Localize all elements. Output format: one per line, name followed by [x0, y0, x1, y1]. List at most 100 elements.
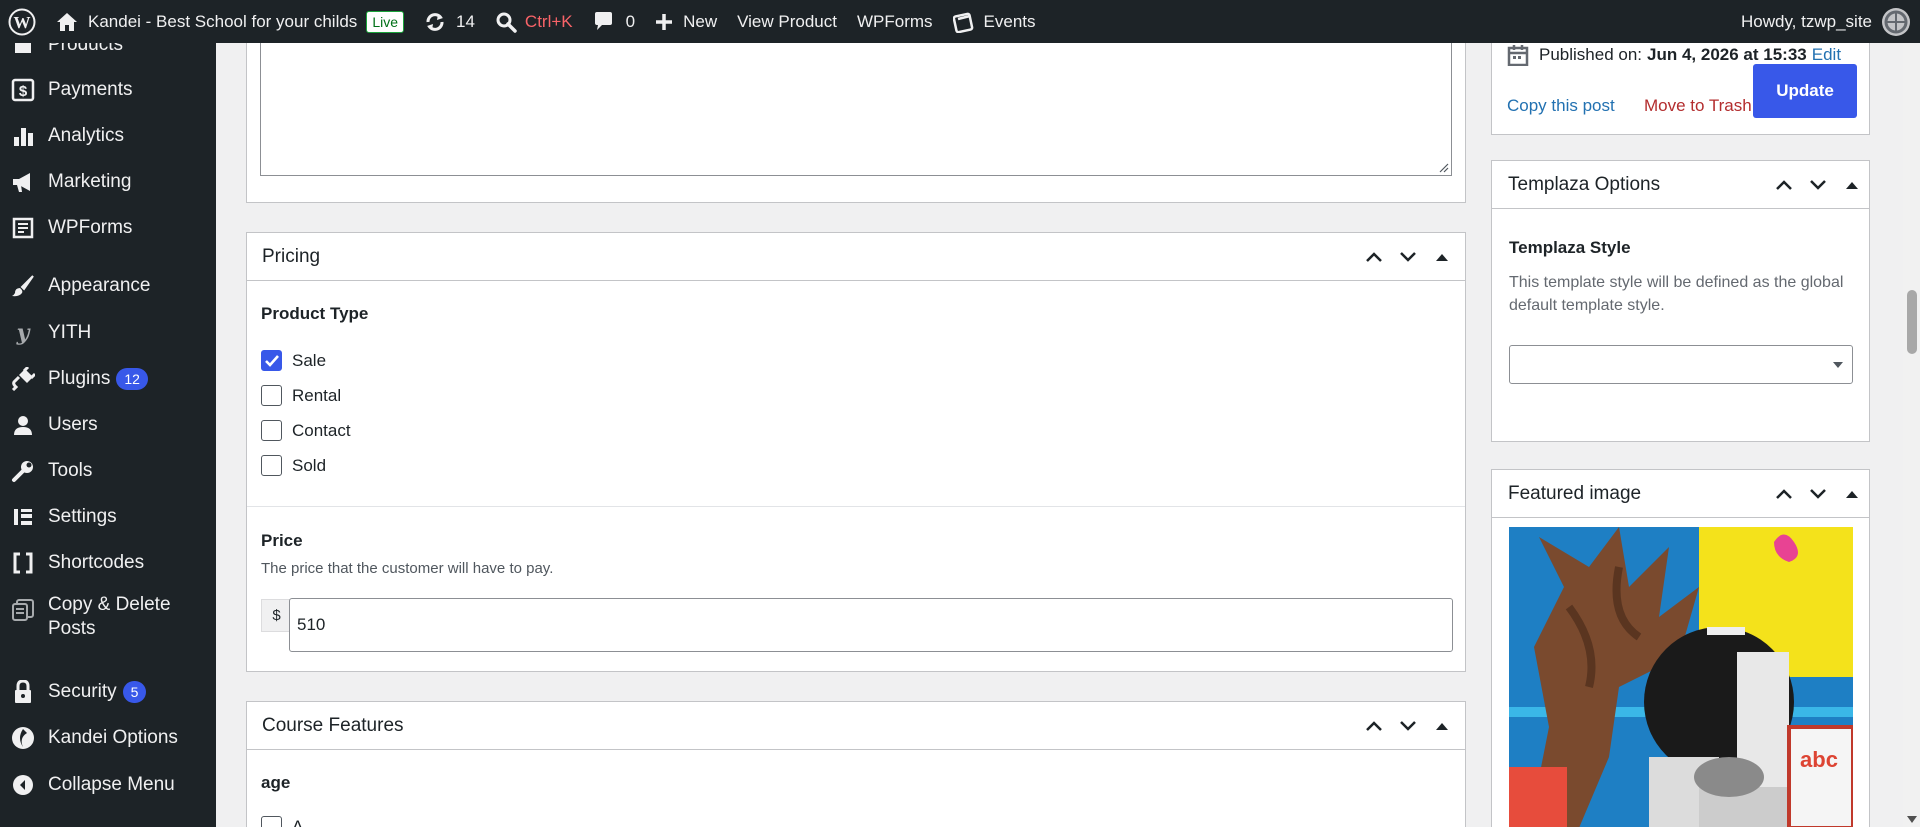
howdy-text: Howdy, tzwp_site	[1740, 11, 1872, 31]
published-prefix: Published on:	[1539, 45, 1643, 64]
divider	[247, 506, 1465, 507]
sidebar-item-plugins[interactable]: Plugins 12	[0, 362, 216, 396]
sidebar-item-yith[interactable]: y YITH	[0, 316, 216, 350]
scrollbar-thumb[interactable]	[1907, 290, 1917, 354]
product-type-option-sold[interactable]: Sold	[261, 455, 326, 476]
sidebar-item-payments[interactable]: $ Payments	[0, 73, 216, 107]
site-name: Kandei - Best School for your childs	[88, 11, 358, 31]
sidebar-item-tools[interactable]: Tools	[0, 454, 216, 488]
collapse-menu-button[interactable]: Collapse Menu	[0, 768, 216, 802]
checkbox-checked[interactable]	[261, 350, 282, 371]
svg-text:y: y	[16, 321, 32, 345]
price-label: Price	[261, 531, 303, 550]
sidebar-item-products[interactable]: Products	[0, 43, 216, 58]
checkbox[interactable]	[261, 816, 282, 827]
resize-handle-icon[interactable]	[1437, 161, 1449, 173]
sidebar-item-settings[interactable]: Settings	[0, 500, 216, 534]
updates-link[interactable]: 14	[414, 0, 485, 43]
pricing-box: Pricing Product Type Sale Rental Contact…	[246, 232, 1466, 672]
page-scrollbar[interactable]	[1903, 43, 1920, 827]
sidebar-item-marketing[interactable]: Marketing	[0, 165, 216, 199]
move-to-trash-link[interactable]: Move to Trash	[1644, 96, 1764, 116]
wpforms-link[interactable]: WPForms	[847, 0, 943, 43]
age-option[interactable]: A	[261, 816, 303, 827]
shortcodes-icon	[10, 550, 36, 576]
scroll-down-arrow-icon[interactable]	[1907, 816, 1917, 823]
copy-delete-icon	[10, 597, 36, 623]
sidebar-item-copy-delete-posts[interactable]: Copy & Delete Posts	[0, 593, 216, 649]
toggle-panel-icon[interactable]	[1837, 479, 1867, 509]
checkbox[interactable]	[261, 455, 282, 476]
site-name-link[interactable]: Kandei - Best School for your childs Liv…	[46, 0, 414, 43]
sidebar-item-wpforms[interactable]: WPForms	[0, 211, 216, 245]
updates-count: 14	[456, 11, 475, 31]
currency-prefix: $	[261, 599, 291, 632]
sidebar-item-kandei-options[interactable]: Kandei Options	[0, 721, 216, 755]
update-button[interactable]: Update	[1753, 64, 1857, 118]
toggle-panel-icon[interactable]	[1427, 711, 1457, 741]
plugin-icon	[10, 366, 36, 392]
option-label: A	[292, 816, 304, 827]
price-input[interactable]	[289, 598, 1453, 652]
move-up-icon[interactable]	[1769, 170, 1799, 200]
option-label: Sale	[292, 350, 327, 370]
content-textarea[interactable]	[260, 43, 1452, 176]
age-label: age	[261, 773, 291, 792]
admin-sidebar: Products $ Payments Analytics Marketing …	[0, 43, 216, 827]
chevron-down-icon	[1833, 362, 1843, 368]
my-account-link[interactable]: Howdy, tzwp_site	[1731, 0, 1920, 43]
svg-text:W: W	[14, 13, 31, 32]
move-up-icon[interactable]	[1359, 242, 1389, 272]
course-features-header: Course Features	[247, 702, 1465, 750]
product-type-label: Product Type	[261, 304, 369, 323]
live-badge: Live	[366, 10, 404, 33]
sidebar-item-security[interactable]: Security 5	[0, 675, 216, 709]
edit-date-link[interactable]: Edit	[1812, 45, 1841, 65]
wordpress-logo-icon[interactable]: W	[0, 0, 46, 43]
move-up-icon[interactable]	[1769, 479, 1799, 509]
toggle-panel-icon[interactable]	[1427, 242, 1457, 272]
svg-text:abc: abc	[1800, 747, 1838, 772]
plus-icon	[655, 13, 673, 31]
move-down-icon[interactable]	[1393, 242, 1423, 272]
content-editor-box	[246, 43, 1466, 203]
products-icon	[10, 43, 36, 58]
product-type-option-sale[interactable]: Sale	[261, 350, 326, 371]
events-link[interactable]: Events	[943, 0, 1046, 43]
comments-link[interactable]: 0	[583, 0, 645, 43]
featured-image-box: Featured image abc	[1491, 469, 1870, 827]
templaza-style-select[interactable]	[1509, 345, 1853, 384]
featured-image-thumbnail[interactable]: abc	[1509, 527, 1853, 827]
payments-icon: $	[10, 77, 36, 103]
option-label: Contact	[292, 420, 351, 440]
course-features-box: Course Features age A	[246, 701, 1466, 827]
move-up-icon[interactable]	[1359, 711, 1389, 741]
product-type-option-rental[interactable]: Rental	[261, 385, 341, 406]
sidebar-item-shortcodes[interactable]: Shortcodes	[0, 546, 216, 580]
move-down-icon[interactable]	[1803, 170, 1833, 200]
settings-icon	[10, 504, 36, 530]
sidebar-item-users[interactable]: Users	[0, 408, 216, 442]
view-product-link[interactable]: View Product	[727, 0, 847, 43]
svg-text:$: $	[19, 83, 28, 100]
copy-post-link[interactable]: Copy this post	[1507, 96, 1615, 116]
paintbrush-icon	[10, 273, 36, 299]
analytics-icon	[10, 123, 36, 149]
checkbox[interactable]	[261, 420, 282, 441]
home-icon	[56, 12, 78, 32]
search-shortcut[interactable]: Ctrl+K	[485, 0, 583, 43]
move-down-icon[interactable]	[1803, 479, 1833, 509]
sidebar-item-appearance[interactable]: Appearance	[0, 269, 216, 303]
product-type-option-contact[interactable]: Contact	[261, 420, 351, 441]
kandei-icon	[10, 725, 36, 751]
search-shortcut-label: Ctrl+K	[524, 11, 573, 31]
checkbox[interactable]	[261, 385, 282, 406]
new-content-link[interactable]: New	[645, 0, 727, 43]
featured-image-header: Featured image	[1492, 470, 1869, 518]
sidebar-item-analytics[interactable]: Analytics	[0, 119, 216, 153]
toggle-panel-icon[interactable]	[1837, 170, 1867, 200]
move-down-icon[interactable]	[1393, 711, 1423, 741]
yith-icon: y	[10, 320, 36, 346]
new-label: New	[683, 11, 718, 31]
templaza-style-description: This template style will be defined as t…	[1509, 274, 1844, 314]
